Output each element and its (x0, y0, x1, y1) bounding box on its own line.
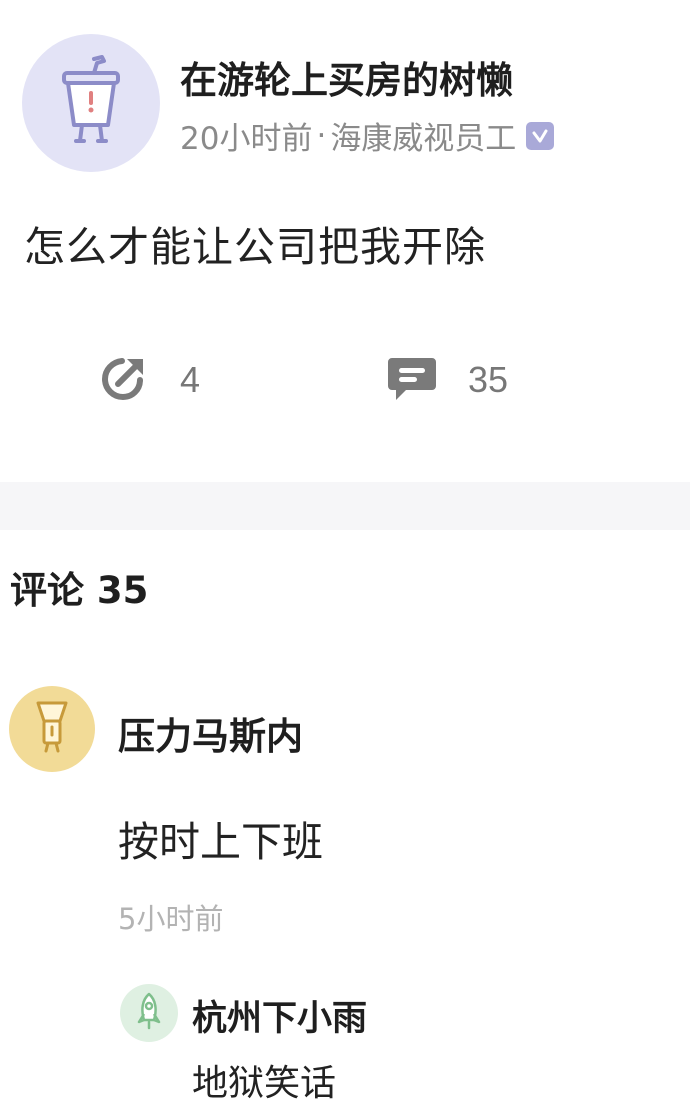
comments-header: 评论 35 (10, 569, 149, 612)
post-author-meta: 20小时前 · 海康威视员工 (180, 113, 555, 158)
rocket-icon (134, 992, 164, 1034)
meta-separator: · (316, 117, 327, 154)
verified-check-icon (526, 121, 555, 150)
comment-button[interactable]: 35 (384, 352, 508, 408)
share-count: 4 (180, 359, 201, 400)
post-content: 怎么才能让公司把我开除 (24, 223, 486, 271)
comment-author-name[interactable]: 压力马斯内 (118, 706, 303, 760)
comment-time: 5小时前 (118, 902, 224, 936)
comment-count: 35 (468, 359, 509, 400)
app-page: 在游轮上买房的树懒 20小时前 · 海康威视员工 怎么才能让公司把我开除 4 3… (0, 0, 690, 1119)
share-button[interactable]: 4 (96, 352, 200, 408)
author-company: 海康威视员工 (330, 121, 517, 157)
post-time: 20小时前 (180, 121, 313, 157)
reply-author-avatar[interactable] (120, 984, 178, 1042)
post-card: 在游轮上买房的树懒 20小时前 · 海康威视员工 怎么才能让公司把我开除 4 3… (0, 0, 690, 482)
comment-author-avatar[interactable] (9, 686, 95, 772)
comment-icon (384, 350, 440, 410)
share-icon (96, 350, 152, 410)
reply-author-name[interactable]: 杭州下小雨 (192, 990, 367, 1041)
drink-cup-icon (54, 55, 128, 151)
post-author-name[interactable]: 在游轮上买房的树懒 (180, 50, 513, 104)
reply-text: 地狱笑话 (192, 1063, 337, 1104)
comment-text: 按时上下班 (118, 818, 323, 866)
post-author-avatar[interactable] (22, 34, 160, 172)
section-divider (0, 482, 690, 530)
flashlight-icon (32, 699, 72, 759)
